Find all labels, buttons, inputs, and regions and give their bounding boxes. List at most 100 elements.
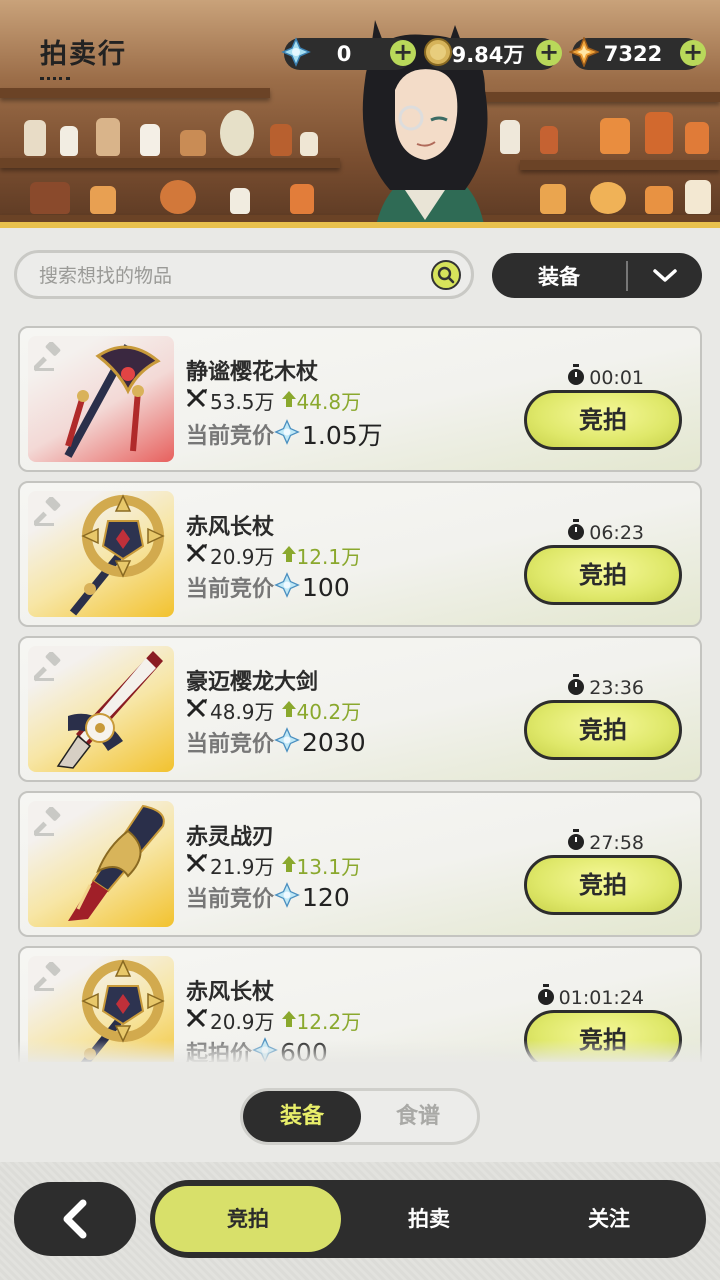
stopwatch-icon xyxy=(566,829,586,856)
jar xyxy=(300,132,318,156)
toggle-recipes[interactable]: 食谱 xyxy=(359,1091,477,1142)
countdown: 00:01 xyxy=(566,364,644,391)
auction-item-card[interactable]: 豪迈樱龙大剑 48.9万 40.2万 当前竞价 2030 23:36 竞拍 xyxy=(18,636,702,782)
price-value: 2030 xyxy=(302,727,366,757)
power-gain: 40.2万 xyxy=(281,696,362,725)
price-line: 当前竞价 2030 xyxy=(186,726,366,758)
price-label: 当前竞价 xyxy=(186,887,275,912)
shelf xyxy=(520,160,720,170)
jar xyxy=(180,130,206,156)
stopwatch-icon xyxy=(566,674,586,701)
gold-coin-icon xyxy=(420,34,456,70)
attack-value: 20.9万 xyxy=(210,545,275,569)
list-fade xyxy=(0,1040,720,1064)
countdown: 06:23 xyxy=(566,519,644,546)
weapon-thumbnail[interactable] xyxy=(28,801,174,927)
star-shard-icon xyxy=(566,34,602,70)
jar xyxy=(220,110,254,156)
power-gain-value: 40.2万 xyxy=(296,700,362,724)
bid-button[interactable]: 竞拍 xyxy=(524,855,682,915)
price-label: 当前竞价 xyxy=(186,732,275,757)
category-dropdown[interactable]: 装备 xyxy=(492,253,702,298)
bid-button[interactable]: 竞拍 xyxy=(524,390,682,450)
stopwatch-icon xyxy=(566,519,586,546)
bid-button[interactable]: 竞拍 xyxy=(524,700,682,760)
gavel-icon xyxy=(32,341,64,376)
countdown-value: 27:58 xyxy=(589,831,644,854)
item-name: 赤灵战刃 xyxy=(186,825,275,850)
weapon-image xyxy=(28,494,174,617)
attack-value: 48.9万 xyxy=(210,700,275,724)
auction-item-card[interactable]: 静谧樱花木杖 53.5万 44.8万当前竞价 1.05万 00:01 竞拍 xyxy=(18,326,702,472)
arrow-up-icon xyxy=(281,1009,297,1033)
attack-icon xyxy=(186,853,208,878)
countdown-value: 06:23 xyxy=(589,521,644,544)
jar xyxy=(540,126,558,154)
weapon-image xyxy=(28,344,174,462)
price-value: 1.05万 xyxy=(302,421,383,450)
price-value: 100 xyxy=(302,572,350,602)
item-stats: 53.5万 44.8万 xyxy=(186,386,361,415)
shelf xyxy=(0,158,340,168)
search-input[interactable]: 搜索想找的物品 xyxy=(39,261,431,288)
back-button[interactable] xyxy=(14,1182,136,1256)
countdown: 27:58 xyxy=(566,829,644,856)
stopwatch-icon xyxy=(536,984,556,1011)
category-toggle: 装备 食谱 xyxy=(240,1088,480,1145)
chevron-down-icon[interactable] xyxy=(628,268,702,284)
crystal-currency: 0 + xyxy=(281,37,416,70)
arrow-up-icon xyxy=(281,544,297,568)
jar xyxy=(90,186,116,214)
item-name: 赤风长杖 xyxy=(186,980,275,1005)
power-gain: 13.1万 xyxy=(281,851,361,880)
countdown-value: 23:36 xyxy=(589,676,644,699)
search-bar[interactable]: 搜索想找的物品 xyxy=(14,250,474,299)
item-name: 静谧樱花木杖 xyxy=(186,360,319,385)
price-label: 当前竞价 xyxy=(186,577,275,602)
countdown: 01:01:24 xyxy=(536,984,644,1011)
power-gain: 12.1万 xyxy=(281,541,362,570)
add-crystal-button[interactable]: + xyxy=(390,40,416,66)
jar xyxy=(230,188,250,214)
arrow-up-icon xyxy=(281,699,297,723)
jar xyxy=(685,122,709,154)
price-line: 当前竞价 1.05万 xyxy=(186,416,383,452)
stopwatch-icon xyxy=(566,364,586,391)
tab-sell[interactable]: 拍卖 xyxy=(336,1186,522,1252)
gavel-icon xyxy=(32,961,64,996)
price-line: 当前竞价 100 xyxy=(186,571,350,603)
attack-icon xyxy=(186,543,208,568)
auction-list[interactable]: 静谧樱花木杖 53.5万 44.8万 当前竞价 1.05万 00:01 竞拍 赤风长杖 20.9… xyxy=(0,320,720,1062)
power-gain-value: 12.1万 xyxy=(296,545,362,569)
weapon-thumbnail[interactable] xyxy=(28,336,174,462)
item-stats: 48.9万 40.2万 xyxy=(186,696,361,725)
bid-button[interactable]: 竞拍 xyxy=(524,545,682,605)
tab-bid[interactable]: 竞拍 xyxy=(155,1186,341,1252)
shelf xyxy=(480,92,720,102)
auction-item-card[interactable]: 赤风长杖 20.9万 12.1万 当前竞价 100 06:23 竞拍 xyxy=(18,481,702,627)
auction-item-card[interactable]: 赤灵战刃 21.9万 13.1万 当前竞价 120 27:58 竞拍 xyxy=(18,791,702,937)
jar xyxy=(96,118,120,156)
price-label: 当前竞价 xyxy=(186,424,275,449)
toggle-equipment[interactable]: 装备 xyxy=(243,1091,361,1142)
add-star-shard-button[interactable]: + xyxy=(680,40,706,66)
search-button[interactable] xyxy=(431,259,461,290)
weapon-thumbnail[interactable] xyxy=(28,491,174,617)
attack-value: 21.9万 xyxy=(210,855,275,879)
tab-watchlist[interactable]: 关注 xyxy=(516,1186,702,1252)
shelf xyxy=(0,88,270,98)
gavel-icon xyxy=(32,651,64,686)
weapon-thumbnail[interactable] xyxy=(28,646,174,772)
search-icon xyxy=(437,266,455,283)
arrow-up-icon xyxy=(281,389,297,413)
crystal-icon xyxy=(274,419,300,449)
attack-value: 53.5万 xyxy=(210,390,275,414)
countdown-value: 01:01:24 xyxy=(558,986,644,1009)
crystal-icon xyxy=(274,882,300,912)
jar xyxy=(60,126,78,156)
add-gold-button[interactable]: + xyxy=(536,40,562,66)
gavel-icon xyxy=(32,496,64,531)
jar xyxy=(24,120,46,156)
arrow-up-icon xyxy=(281,854,297,878)
star-shard-currency: 7322 + xyxy=(569,37,706,70)
